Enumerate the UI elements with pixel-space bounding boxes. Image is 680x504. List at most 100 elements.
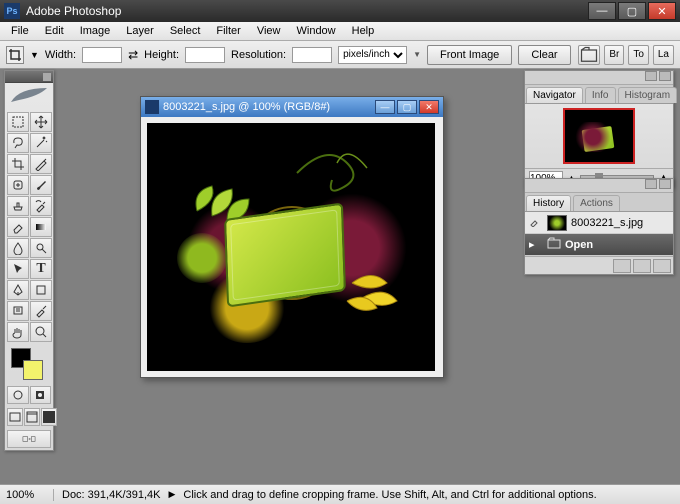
new-snapshot-icon[interactable] <box>633 259 651 273</box>
brush-tool[interactable] <box>30 175 52 195</box>
doc-close-button[interactable]: ✕ <box>419 100 439 114</box>
window-title: Adobe Photoshop <box>26 4 588 18</box>
gradient-tool[interactable] <box>30 217 52 237</box>
snapshot-label: 8003221_s.jpg <box>571 217 643 229</box>
width-input[interactable] <box>82 47 122 63</box>
front-image-button[interactable]: Front Image <box>427 45 512 65</box>
status-zoom[interactable]: 100% <box>6 489 54 501</box>
dodge-tool[interactable] <box>30 238 52 258</box>
panel-close-icon[interactable] <box>659 71 671 81</box>
open-state-icon <box>547 237 561 252</box>
tab-actions[interactable]: Actions <box>573 195 620 211</box>
quickmask-mode-icon[interactable] <box>30 386 52 404</box>
magic-wand-tool[interactable] <box>30 133 52 153</box>
doc-maximize-button[interactable]: ▢ <box>397 100 417 114</box>
type-tool[interactable]: T <box>30 259 52 279</box>
menu-layer[interactable]: Layer <box>119 23 161 39</box>
window-maximize-button[interactable]: ▢ <box>618 2 646 20</box>
resolution-input[interactable] <box>292 47 332 63</box>
document-titlebar[interactable]: 8003221_s.jpg @ 100% (RGB/8#) — ▢ ✕ <box>141 97 443 117</box>
tab-info[interactable]: Info <box>585 87 616 103</box>
panel-minimize-icon[interactable] <box>645 179 657 189</box>
notes-tool[interactable] <box>7 301 29 321</box>
file-browser-icon[interactable] <box>578 45 600 65</box>
shape-tool[interactable] <box>30 280 52 300</box>
palette-brushes-button[interactable]: Br <box>604 45 624 65</box>
zoom-tool[interactable] <box>30 322 52 342</box>
clear-button[interactable]: Clear <box>518 45 570 65</box>
crop-tool-icon[interactable] <box>6 46 24 64</box>
history-brush-tool[interactable] <box>30 196 52 216</box>
lasso-tool[interactable] <box>7 133 29 153</box>
canvas[interactable] <box>147 123 435 371</box>
crop-tool[interactable] <box>7 154 29 174</box>
screen-full-menu-icon[interactable] <box>24 408 40 426</box>
new-document-from-state-icon[interactable] <box>613 259 631 273</box>
menu-window[interactable]: Window <box>290 23 343 39</box>
options-bar: ▼ Width: ⇄ Height: Resolution: pixels/in… <box>0 41 680 69</box>
document-title: 8003221_s.jpg @ 100% (RGB/8#) <box>163 101 330 113</box>
palette-tool-presets-button[interactable]: To <box>628 45 649 65</box>
navigator-panel: Navigator Info Histogram ▲ ▲ <box>524 70 674 188</box>
move-tool[interactable] <box>30 112 52 132</box>
chevron-down-icon: ▼ <box>413 50 421 59</box>
palette-layers-button[interactable]: La <box>653 45 674 65</box>
tab-history[interactable]: History <box>526 195 571 211</box>
status-doc-size: Doc: 391,4K/391,4K <box>62 489 160 501</box>
healing-brush-tool[interactable] <box>7 175 29 195</box>
tab-histogram[interactable]: Histogram <box>618 87 678 103</box>
height-input[interactable] <box>185 47 225 63</box>
screen-full-icon[interactable] <box>41 408 57 426</box>
status-hint: Click and drag to define cropping frame.… <box>183 489 596 501</box>
artwork-main-panel <box>224 202 346 307</box>
swap-dimensions-icon[interactable]: ⇄ <box>128 48 138 62</box>
document-icon <box>145 100 159 114</box>
panel-close-icon[interactable] <box>659 179 671 189</box>
panel-minimize-icon[interactable] <box>645 71 657 81</box>
menu-edit[interactable]: Edit <box>38 23 71 39</box>
color-swatches <box>5 344 53 384</box>
toolbox-header[interactable] <box>5 71 53 83</box>
history-snapshot-row[interactable]: 8003221_s.jpg <box>525 212 673 234</box>
history-state-row[interactable]: ▸ Open <box>525 234 673 256</box>
slice-tool[interactable] <box>30 154 52 174</box>
hand-tool[interactable] <box>7 322 29 342</box>
jump-to-imageready-icon[interactable] <box>7 430 51 448</box>
history-marker-icon: ▸ <box>529 238 543 251</box>
menu-help[interactable]: Help <box>345 23 382 39</box>
eyedropper-tool[interactable] <box>30 301 52 321</box>
width-label: Width: <box>45 49 76 61</box>
menu-select[interactable]: Select <box>163 23 208 39</box>
panel-header <box>525 179 673 193</box>
snapshot-thumbnail-icon <box>547 215 567 231</box>
marquee-tool[interactable] <box>7 112 29 132</box>
menu-view[interactable]: View <box>250 23 288 39</box>
tab-navigator[interactable]: Navigator <box>526 87 583 103</box>
navigator-thumbnail[interactable] <box>563 108 635 164</box>
background-color[interactable] <box>23 360 43 380</box>
statusbar: 100% Doc: 391,4K/391,4K ▶ Click and drag… <box>0 484 680 504</box>
path-select-tool[interactable] <box>7 259 29 279</box>
window-titlebar: Ps Adobe Photoshop — ▢ ✕ <box>0 0 680 22</box>
delete-state-icon[interactable] <box>653 259 671 273</box>
standard-mode-icon[interactable] <box>7 386 29 404</box>
menu-filter[interactable]: Filter <box>209 23 247 39</box>
toolbox: T <box>4 70 54 451</box>
doc-minimize-button[interactable]: — <box>375 100 395 114</box>
clone-stamp-tool[interactable] <box>7 196 29 216</box>
menu-image[interactable]: Image <box>73 23 118 39</box>
screen-standard-icon[interactable] <box>7 408 23 426</box>
chevron-down-icon[interactable]: ▼ <box>30 50 39 60</box>
status-menu-icon[interactable]: ▶ <box>168 489 175 500</box>
resolution-label: Resolution: <box>231 49 286 61</box>
units-select[interactable]: pixels/inch <box>338 46 407 64</box>
menu-file[interactable]: File <box>4 23 36 39</box>
pen-tool[interactable] <box>7 280 29 300</box>
feather-logo-icon <box>5 83 53 110</box>
history-brush-source-icon[interactable] <box>529 215 543 230</box>
blur-tool[interactable] <box>7 238 29 258</box>
window-minimize-button[interactable]: — <box>588 2 616 20</box>
leaf-cluster-yellow-icon <box>342 263 422 323</box>
window-close-button[interactable]: ✕ <box>648 2 676 20</box>
eraser-tool[interactable] <box>7 217 29 237</box>
